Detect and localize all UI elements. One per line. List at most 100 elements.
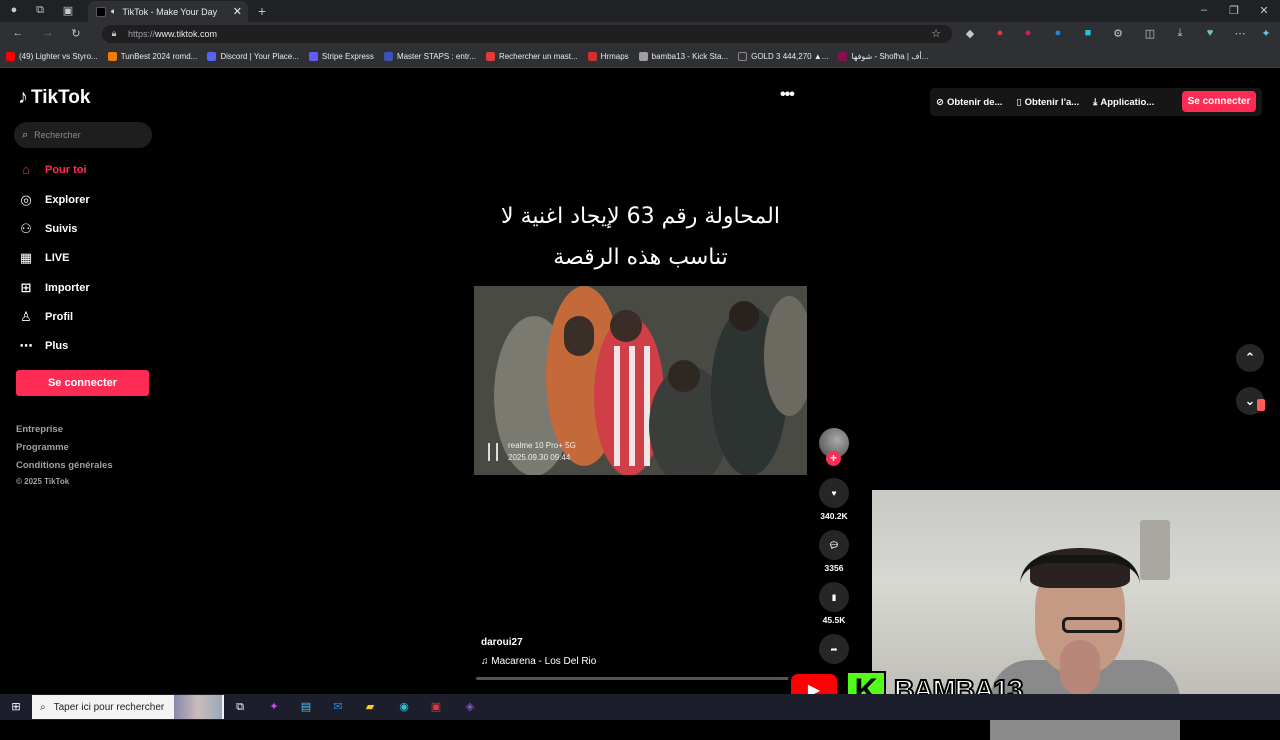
video-author[interactable]: daroui27 [481,637,523,648]
bookmark-label: bamba13 - Kick Sta... [651,52,729,61]
tiktok-favicon-icon [96,6,106,17]
nav-label: Profil [45,311,74,323]
store-icon[interactable]: ▤ [298,699,314,715]
back-icon[interactable]: ← [10,27,26,39]
video-music[interactable]: ♫ Macarena - Los Del Rio [481,656,596,667]
bookmark-item[interactable]: Master STAPS : entr... [383,52,476,61]
copilot-taskbar-icon[interactable]: ✦ [266,699,282,715]
nav-item-live[interactable]: ▦ LIVE [18,250,70,266]
close-tab-icon[interactable]: ✕ [233,5,242,18]
favorite-star-icon[interactable]: ☆ [928,27,944,40]
bookmark-favicon-icon [738,52,748,61]
windows-start-icon[interactable]: ⊞ [8,699,24,715]
bookmark-favicon-icon [587,52,597,61]
comment-icon[interactable]: 💬︎ [819,530,849,560]
extension-red-icon[interactable]: ● [992,27,1008,39]
bookmark-item[interactable]: bamba13 - Kick Sta... [638,52,729,61]
workspaces-icon[interactable]: ⧉ [32,4,48,17]
follow-plus-icon[interactable]: + [826,451,841,466]
footer-link-programme[interactable]: Programme [16,442,69,453]
extension-blue-icon[interactable]: ● [1050,27,1066,39]
file-explorer-icon[interactable]: ▰ [362,699,378,715]
bookmark-favicon-icon [838,52,848,61]
search-input[interactable]: ⌕ Rechercher [14,122,152,148]
shield-icon[interactable]: ♥ [1202,27,1218,39]
live-icon: ▦ [19,250,33,265]
nav-label: LIVE [45,252,70,264]
app-purple-icon[interactable]: ◈ [462,699,478,715]
menu-dots-icon[interactable]: ⋯ [1232,27,1248,40]
extension-teal-icon[interactable]: ■ [1080,27,1096,39]
bookmark-item[interactable]: Hrmaps [587,52,629,61]
window-close-icon[interactable]: ✕ [1256,4,1272,17]
copilot-icon[interactable]: ✦ [1258,27,1274,40]
outlook-icon[interactable]: ✉ [330,699,346,715]
minimize-icon[interactable]: – [1196,4,1212,16]
desktop-app-button[interactable]: ⤓ Applicatio... [1093,97,1154,108]
edge-icon[interactable]: ◉ [396,699,412,715]
button-label: Obtenir l'a... [1024,96,1080,108]
heart-icon[interactable]: ♥ [819,478,849,508]
bookmark-item[interactable]: شوفها - Shofha | أف... [838,52,928,61]
following-icon: ⚇ [20,221,32,236]
footer-link-entreprise[interactable]: Entreprise [16,424,63,435]
bookmark-label: Master STAPS : entr... [396,52,476,61]
maximize-icon[interactable]: ❐ [1226,4,1242,17]
nav-item-pour-toi[interactable]: ⌂ Pour toi [18,162,87,177]
stripe-icon [308,52,318,61]
video-progress-bar[interactable] [476,677,806,680]
extension-icon[interactable]: ◆ [962,27,978,40]
get-app-button[interactable]: ▯ Obtenir l'a... [1016,97,1079,108]
video-caption: المحاولة رقم 63 لإيجاد اغنية لا تناسب هذ… [501,204,780,270]
extension-pink-icon[interactable]: ● [1020,27,1036,39]
lock-icon[interactable]: 🔒︎ [106,28,122,39]
bookmark-item[interactable]: GOLD 3 444,270 ▲... [738,52,828,61]
sidebar-signin-button[interactable]: Se connecter [16,370,149,396]
bookmark-item[interactable]: (49) Lighter vs Styro... [6,52,98,61]
bookmark-favicon-icon [485,52,495,61]
new-tab-icon[interactable]: + [254,3,270,19]
bookmark-favicon-icon [107,52,117,61]
download-icon: ⤓ [1093,96,1098,108]
tiktok-logo[interactable]: ♪ TikTok [18,86,90,109]
comment-action[interactable]: 💬︎ 3356 [819,530,849,573]
bookmark-icon[interactable]: ▮ [819,582,849,612]
footer-link-conditions[interactable]: Conditions générales [16,460,113,471]
bookmark-item[interactable]: Stripe Express [308,52,374,61]
profile-icon[interactable]: ● [6,4,22,16]
forward-icon[interactable]: → [40,27,56,39]
tab-tiktok[interactable]: 🔈︎ TikTok - Make Your Day ✕ [88,1,248,22]
bookmark-label: GOLD 3 444,270 ▲... [751,52,829,61]
downloads-icon[interactable]: ⤓ [1172,27,1188,40]
button-label: Obtenir de... [946,96,1003,108]
task-view-icon[interactable]: ⧉ [232,699,248,715]
nav-item-suivis[interactable]: ⚇ Suivis [18,221,77,237]
nav-label: Plus [45,340,69,352]
watermark-device: realme 10 Pro+ 5G [508,441,576,450]
music-title: Macarena - Los Del Rio [491,656,597,667]
compass-icon: ◎ [20,192,32,207]
url-input[interactable]: https://www.tiktok.com [102,25,952,43]
top-signin-button[interactable]: Se connecter [1182,91,1256,112]
nav-item-profil[interactable]: ♙ Profil [18,309,73,325]
nav-item-plus[interactable]: ⋯ Plus [18,338,69,354]
reload-icon[interactable]: ↻ [68,27,84,40]
watermark-date: 2025.09.30 09:44 [508,453,571,462]
more-options-icon[interactable]: ••• [780,86,795,104]
save-action[interactable]: ▮ 45.5K [819,582,849,625]
previous-video-button[interactable]: ⌃ [1236,344,1264,372]
phone-icon: ▯ [1016,96,1022,108]
bookmark-item[interactable]: TunBest 2024 romd... [107,52,197,61]
app-red-icon[interactable]: ▣ [428,699,444,715]
tab-actions-icon[interactable]: ▣ [60,4,76,17]
bookmark-item[interactable]: Rechercher un mast... [485,52,578,61]
bookmark-item[interactable]: Discord | Your Place... [207,52,299,61]
nav-item-importer[interactable]: ⊞ Importer [18,280,90,296]
speaker-icon[interactable]: 🔈︎ [111,6,116,17]
like-action[interactable]: ♥ 340.2K [819,478,849,521]
split-screen-icon[interactable]: ◫ [1142,27,1158,40]
get-coins-button[interactable]: ⊘ Obtenir de... [936,97,1002,108]
extensions-puzzle-icon[interactable]: ⚙ [1110,27,1126,40]
nav-item-explorer[interactable]: ◎ Explorer [18,192,89,208]
share-icon[interactable]: ➦ [819,634,849,664]
